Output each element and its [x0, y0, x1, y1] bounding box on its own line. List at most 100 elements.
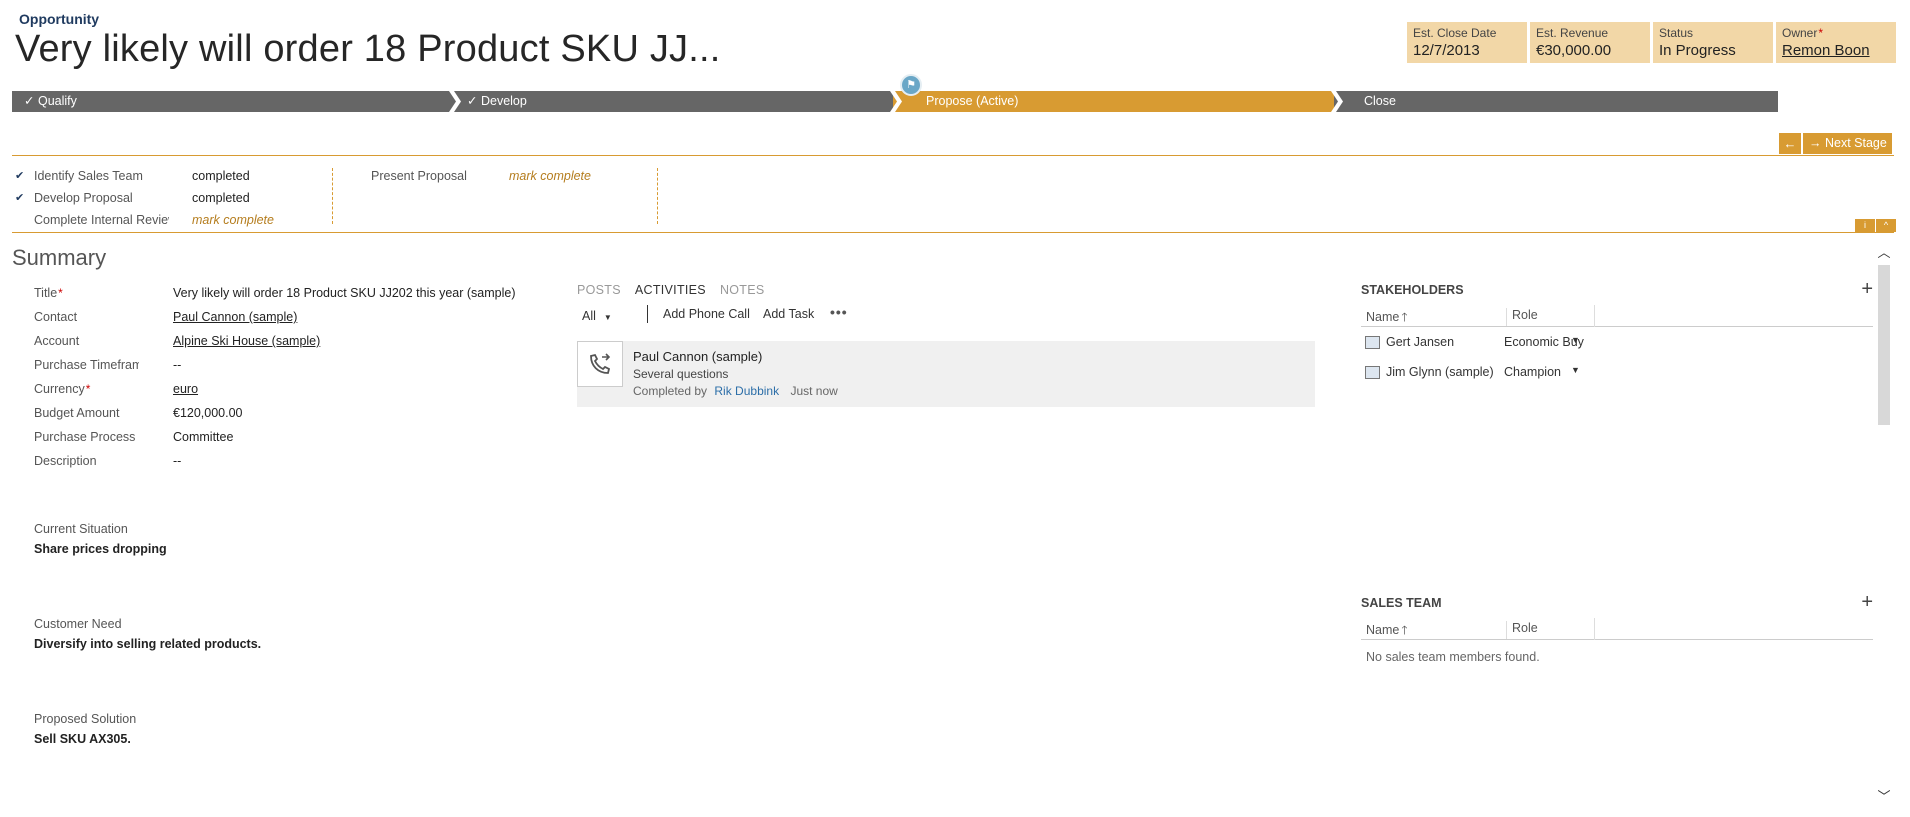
header-field-owner[interactable]: Owner* Remon Boon [1776, 22, 1896, 63]
more-options-icon[interactable]: ••• [830, 304, 848, 320]
field-label: Purchase Timeframe [34, 358, 139, 372]
stage-name: Propose (Active) [926, 94, 1019, 108]
arrow-right-icon: → [1809, 136, 1822, 150]
stage-separator [449, 91, 461, 112]
column-label: Name [1366, 623, 1400, 637]
stage-separator [890, 91, 902, 112]
stage-close[interactable]: Close [1334, 91, 1778, 112]
step-value[interactable]: completed [192, 191, 250, 205]
previous-stage-button[interactable]: ← [1779, 133, 1801, 154]
owner-link[interactable]: Remon Boon [1782, 42, 1890, 59]
activities-toolbar: All ▼ Add Phone Call Add Task ••• [577, 303, 1315, 329]
header-field-value: 12/7/2013 [1413, 42, 1480, 59]
sales-team-grid: SALES TEAM + Name 🡑 Role No sales team me… [1361, 591, 1873, 664]
add-team-member-icon[interactable]: + [1861, 591, 1873, 614]
field-value: Diversify into selling related products. [34, 637, 262, 651]
column-role-header[interactable]: Role [1506, 308, 1538, 326]
currency-link[interactable]: euro [173, 382, 198, 396]
field-label: Purchase Process [34, 430, 136, 444]
header-field-status[interactable]: Status In Progress [1653, 22, 1773, 63]
field-label: Account [34, 334, 80, 348]
field-current-situation[interactable]: Current Situation Share prices dropping [34, 522, 167, 556]
scroll-down-icon[interactable]: ﹀ [1876, 789, 1892, 805]
sort-ascending-icon: 🡑 [1401, 623, 1408, 637]
tab-activities[interactable]: ACTIVITIES [635, 283, 706, 297]
tab-posts[interactable]: POSTS [577, 283, 621, 297]
role-dropdown-icon[interactable]: ▼ [1571, 365, 1580, 375]
next-stage-label: Next Stage [1824, 136, 1887, 150]
add-stakeholder-icon[interactable]: + [1861, 278, 1873, 301]
table-row[interactable]: Gert Jansen Economic Buyer ▼ [1361, 327, 1873, 357]
contact-link[interactable]: Paul Cannon (sample) [173, 310, 297, 324]
check-icon: ✓ [467, 94, 478, 108]
column-name-header[interactable]: Name 🡑 [1366, 308, 1408, 329]
grid-title: STAKEHOLDERS [1361, 283, 1464, 297]
stage-propose[interactable]: Propose (Active) [893, 91, 1334, 112]
stage-name: Close [1364, 94, 1396, 108]
stage-qualify[interactable]: ✓ Qualify [12, 91, 452, 112]
account-link[interactable]: Alpine Ski House (sample) [173, 334, 320, 348]
stage-steps: ✔ Identify Sales Team completed ✔ Develo… [12, 155, 1894, 233]
vertical-scrollbar[interactable]: ︿ ﹀ [1876, 245, 1892, 805]
mark-complete-link[interactable]: mark complete [509, 169, 591, 183]
activity-item[interactable]: Paul Cannon (sample) Several questions C… [577, 341, 1315, 407]
step-value[interactable]: completed [192, 169, 250, 183]
info-button[interactable]: i [1855, 219, 1875, 232]
social-tabs: POSTS ACTIVITIES NOTES [577, 283, 1315, 297]
section-title-summary: Summary [12, 245, 107, 270]
field-label-text: Currency [34, 382, 85, 396]
field-value[interactable]: Committee [173, 430, 233, 444]
step-name: Complete Internal Review [34, 213, 169, 227]
process-bar: ✓ Qualify ✓ Develop Propose (Active) Clo… [12, 91, 1778, 112]
field-label: Currency* [34, 382, 139, 396]
field-label: Budget Amount [34, 406, 120, 420]
header-field-est-close-date[interactable]: Est. Close Date 12/7/2013 [1407, 22, 1527, 63]
role-dropdown-icon[interactable]: ▼ [1571, 335, 1580, 345]
stakeholder-name[interactable]: Gert Jansen [1386, 335, 1454, 349]
column-divider [1594, 305, 1595, 327]
column-role-header[interactable]: Role [1506, 621, 1538, 639]
step-name: Present Proposal [371, 169, 467, 183]
field-proposed-solution[interactable]: Proposed Solution Sell SKU AX305. [34, 712, 136, 746]
field-customer-need[interactable]: Customer Need Diversify into selling rel… [34, 617, 261, 651]
activity-title[interactable]: Paul Cannon (sample) [633, 349, 762, 364]
header-fields: Est. Close Date 12/7/2013 Est. Revenue €… [1407, 22, 1896, 63]
stage-navigation: ← → Next Stage [1779, 133, 1892, 154]
column-divider [1594, 618, 1595, 640]
scroll-up-icon[interactable]: ︿ [1876, 245, 1892, 261]
mark-complete-link[interactable]: mark complete [192, 213, 274, 227]
sort-ascending-icon: 🡑 [1401, 310, 1408, 324]
process-controls: i ^ [1855, 219, 1896, 232]
field-value[interactable]: Very likely will order 18 Product SKU JJ… [173, 286, 516, 300]
contact-card-icon [1365, 366, 1380, 379]
stakeholders-grid: STAKEHOLDERS + Name 🡑 Role Gert Jansen Ec… [1361, 278, 1873, 387]
field-value[interactable]: -- [173, 358, 181, 372]
social-pane: POSTS ACTIVITIES NOTES All ▼ Add Phone Ca… [577, 283, 1315, 407]
activity-timestamp: Just now [790, 384, 838, 398]
column-name-header[interactable]: Name 🡑 [1366, 621, 1408, 642]
field-label: Proposed Solution [34, 712, 137, 726]
field-label: Customer Need [34, 617, 122, 631]
stakeholder-name[interactable]: Jim Glynn (sample) [1386, 365, 1494, 379]
completed-by-user-link[interactable]: Rik Dubbink [714, 384, 779, 398]
step-divider [657, 168, 658, 224]
header-field-est-revenue[interactable]: Est. Revenue €30,000.00 [1530, 22, 1650, 63]
add-task-button[interactable]: Add Task [763, 307, 814, 321]
field-value: Sell SKU AX305. [34, 732, 131, 746]
step-divider [332, 168, 333, 224]
tab-notes[interactable]: NOTES [720, 283, 765, 297]
phone-call-icon [577, 341, 623, 387]
empty-grid-message: No sales team members found. [1366, 650, 1540, 664]
field-value: Share prices dropping [34, 542, 167, 556]
next-stage-button[interactable]: → Next Stage [1803, 133, 1892, 154]
scroll-thumb[interactable] [1878, 265, 1890, 425]
contact-card-icon [1365, 336, 1380, 349]
collapse-button[interactable]: ^ [1876, 219, 1896, 232]
filter-value: All [582, 309, 596, 323]
table-row[interactable]: Jim Glynn (sample) Champion ▼ [1361, 357, 1873, 387]
activity-filter-dropdown[interactable]: All ▼ [582, 309, 612, 323]
stage-develop[interactable]: ✓ Develop [452, 91, 893, 112]
field-value[interactable]: -- [173, 454, 181, 468]
field-value[interactable]: €120,000.00 [173, 406, 243, 420]
add-phone-call-button[interactable]: Add Phone Call [663, 307, 750, 321]
